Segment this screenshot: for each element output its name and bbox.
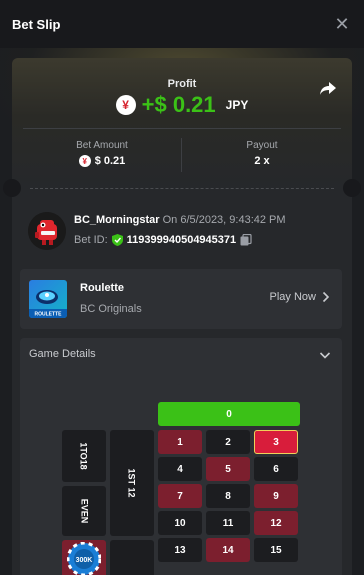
bet-amount-stat: Bet Amount ¥ $ 0.21 [22, 140, 182, 167]
game-row[interactable]: ROULETTE Roulette BC Originals Play Now [20, 269, 342, 329]
bet-amount-label: Bet Amount [76, 140, 128, 151]
number-cell: 13 [158, 538, 202, 562]
game-title: Roulette [80, 282, 124, 294]
ticket-notch [343, 179, 361, 197]
cell-zero: 0 [158, 402, 300, 426]
bet-first-dozen: 1ST 12 [110, 430, 154, 536]
number-cell: 4 [158, 457, 202, 481]
shield-check-icon [111, 234, 123, 246]
username[interactable]: BC_Morningstar [74, 214, 160, 226]
chevron-down-icon[interactable] [318, 348, 332, 362]
number-cell: 6 [254, 457, 298, 481]
bet-dozen-2 [110, 540, 154, 575]
number-cell: 8 [206, 484, 250, 508]
number-cell: 7 [158, 484, 202, 508]
user-row: BC_Morningstar On 6/5/2023, 9:43:42 PM B… [28, 212, 328, 252]
number-cell: 11 [206, 511, 250, 535]
payout-value: 2 x [254, 155, 270, 167]
number-cell: 10 [158, 511, 202, 535]
game-details-label: Game Details [29, 348, 96, 360]
ticket-notch [3, 179, 21, 197]
thumbnail-label: ROULETTE [35, 312, 63, 318]
play-now-button[interactable]: Play Now [270, 291, 330, 303]
chip-icon: 300K [67, 542, 101, 575]
bet-timestamp: On 6/5/2023, 9:43:42 PM [162, 214, 286, 226]
payout-label: Payout [246, 140, 278, 151]
number-cell: 9 [254, 484, 298, 508]
bet-1to18: 1TO18 [62, 430, 106, 482]
bet-slip-header: Bet Slip ✕ [0, 0, 364, 48]
chip-label: 300K [76, 557, 93, 564]
profit-label: Profit [167, 78, 197, 90]
bet-red: 300K [62, 540, 106, 575]
number-cell: 2 [206, 430, 250, 454]
profit-currency: JPY [225, 98, 249, 112]
number-cell: 3 [254, 430, 298, 454]
game-details-panel: Game Details 0 1TO18 1ST 12 EVEN 300K 12… [20, 338, 342, 575]
copy-icon[interactable] [240, 234, 252, 246]
yen-icon: ¥ [78, 155, 91, 167]
avatar[interactable] [28, 212, 66, 250]
roulette-thumbnail: ROULETTE [29, 280, 67, 318]
profit-card: Profit ¥ +$ 0.21 JPY Bet Amount ¥ $ 0.21… [12, 58, 352, 188]
bet-id-row: Bet ID: 119399940504945371 [74, 234, 252, 246]
number-cell: 5 [206, 457, 250, 481]
profit-row: ¥ +$ 0.21 JPY [12, 92, 352, 118]
chevron-right-icon [322, 291, 330, 303]
close-icon[interactable]: ✕ [332, 14, 352, 34]
yen-icon: ¥ [115, 95, 136, 115]
number-cell: 14 [206, 538, 250, 562]
number-cell: 15 [254, 538, 298, 562]
dashed-divider [30, 188, 334, 189]
bet-even: EVEN [62, 486, 106, 536]
number-cell: 12 [254, 511, 298, 535]
divider [23, 128, 341, 129]
payout-stat: Payout 2 x [182, 140, 342, 167]
play-now-label: Play Now [269, 291, 316, 303]
bet-id-label: Bet ID: [74, 234, 108, 246]
game-subtitle: BC Originals [80, 303, 142, 315]
bet-id-value: 119399940504945371 [126, 234, 237, 246]
bet-slip-title: Bet Slip [12, 16, 61, 32]
profit-value: +$ 0.21 [141, 92, 216, 117]
share-icon[interactable] [318, 78, 338, 98]
bet-amount-value: $ 0.21 [94, 155, 126, 167]
number-cell: 1 [158, 430, 202, 454]
